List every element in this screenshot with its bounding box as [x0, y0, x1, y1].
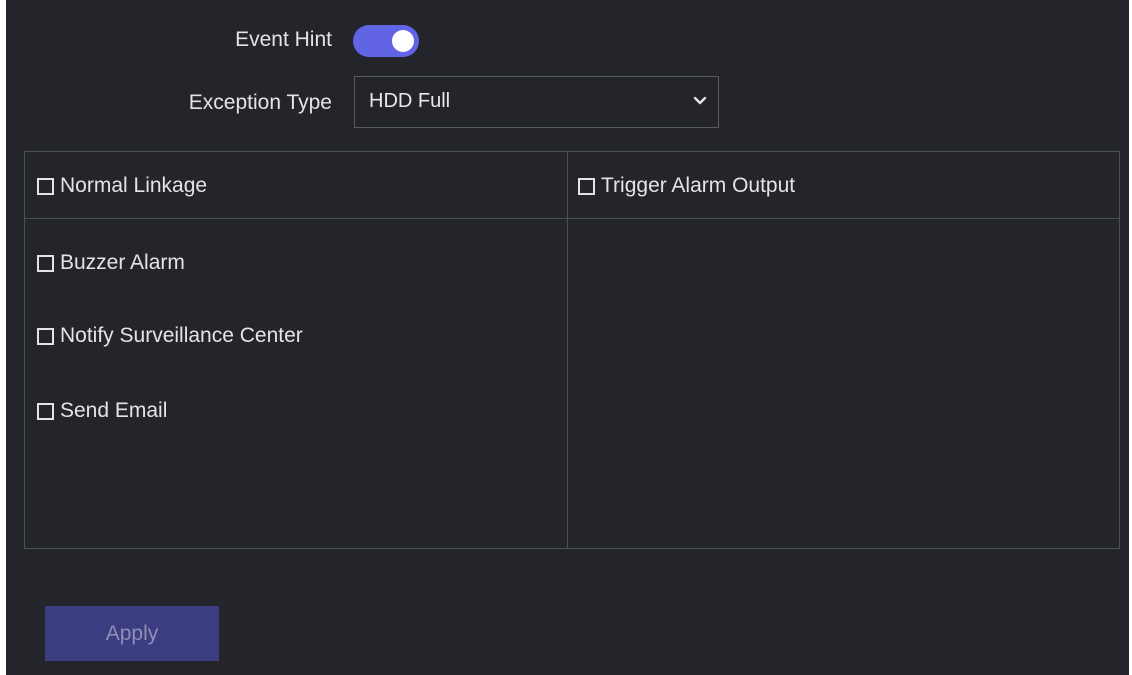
send-email-label: Send Email — [60, 399, 168, 422]
checkbox-icon — [37, 177, 54, 195]
notify-surveillance-center-label: Notify Surveillance Center — [60, 324, 303, 347]
toggle-knob — [392, 30, 414, 52]
linkage-table: Normal Linkage Trigger Alarm Output Buzz… — [24, 151, 1120, 549]
normal-linkage-label: Normal Linkage — [60, 174, 208, 197]
event-hint-label: Event Hint — [235, 28, 332, 51]
trigger-alarm-output-label: Trigger Alarm Output — [601, 174, 796, 197]
trigger-alarm-output-checkbox[interactable]: Trigger Alarm Output — [578, 174, 795, 198]
chevron-down-icon — [693, 96, 707, 105]
notify-surveillance-center-checkbox[interactable]: Notify Surveillance Center — [37, 324, 303, 348]
event-hint-toggle[interactable] — [353, 25, 419, 57]
send-email-checkbox[interactable]: Send Email — [37, 399, 167, 423]
exception-type-label: Exception Type — [188, 91, 332, 114]
exception-settings-panel: Event Hint Exception Type HDD Full Norma… — [6, 0, 1129, 675]
checkbox-icon — [37, 254, 54, 272]
exception-type-value: HDD Full — [369, 90, 451, 112]
checkbox-icon — [578, 177, 595, 195]
column-divider — [567, 152, 568, 548]
buzzer-alarm-checkbox[interactable]: Buzzer Alarm — [37, 251, 185, 275]
checkbox-icon — [37, 327, 54, 345]
buzzer-alarm-label: Buzzer Alarm — [60, 251, 185, 274]
exception-type-select[interactable]: HDD Full — [354, 76, 719, 128]
checkbox-icon — [37, 402, 54, 420]
row-divider — [25, 218, 1119, 219]
normal-linkage-checkbox[interactable]: Normal Linkage — [37, 174, 207, 198]
apply-button[interactable]: Apply — [45, 606, 219, 661]
